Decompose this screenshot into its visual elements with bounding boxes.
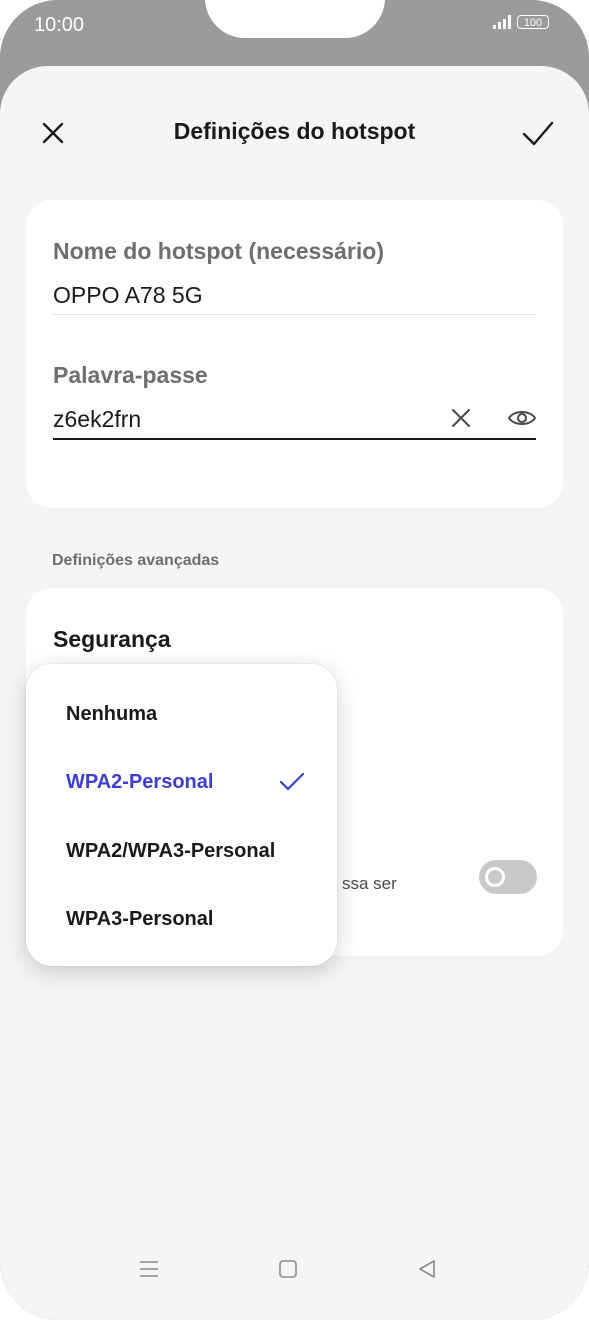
security-options-menu: Nenhuma WPA2-Personal WPA2/WPA3-Personal… bbox=[26, 664, 337, 966]
phone-frame: 10:00 100 Definições do hotspot Nome do … bbox=[0, 0, 589, 1320]
password-label: Palavra-passe bbox=[53, 362, 208, 388]
signal-icon bbox=[493, 15, 511, 29]
status-time: 10:00 bbox=[34, 14, 85, 36]
eye-icon[interactable] bbox=[507, 406, 537, 430]
battery-icon: 100 bbox=[517, 15, 549, 29]
menu-icon[interactable] bbox=[138, 1258, 160, 1280]
security-option-wpa3-personal[interactable]: WPA3-Personal bbox=[66, 899, 326, 939]
back-icon[interactable] bbox=[416, 1258, 438, 1280]
clear-icon[interactable] bbox=[449, 406, 473, 430]
hotspot-name-input[interactable]: OPPO A78 5G bbox=[53, 282, 203, 309]
camera-notch bbox=[205, 0, 385, 38]
advanced-toggle[interactable] bbox=[479, 860, 537, 894]
home-icon[interactable] bbox=[277, 1258, 299, 1280]
hotspot-credentials-card: Nome do hotspot (necessário) OPPO A78 5G… bbox=[26, 200, 563, 508]
status-bar: 10:00 100 bbox=[0, 0, 589, 60]
partial-description: ssa ser bbox=[342, 874, 397, 893]
hotspot-name-underline bbox=[53, 314, 536, 315]
security-option-wpa2-wpa3-personal[interactable]: WPA2/WPA3-Personal bbox=[66, 831, 326, 871]
password-input[interactable]: z6ek2frn bbox=[53, 406, 141, 433]
password-underline bbox=[53, 438, 536, 440]
security-option-nenhuma[interactable]: Nenhuma bbox=[66, 694, 326, 734]
hotspot-name-label: Nome do hotspot (necessário) bbox=[53, 238, 384, 264]
advanced-settings-title: Definições avançadas bbox=[52, 552, 220, 569]
security-label[interactable]: Segurança bbox=[53, 626, 171, 653]
toggle-knob bbox=[485, 867, 505, 887]
selected-check-icon bbox=[279, 772, 305, 791]
header: Definições do hotspot bbox=[0, 66, 589, 196]
page-title: Definições do hotspot bbox=[173, 118, 416, 144]
check-icon[interactable] bbox=[519, 114, 557, 152]
status-indicators: 100 bbox=[493, 15, 549, 29]
navigation-bar bbox=[0, 1250, 589, 1320]
